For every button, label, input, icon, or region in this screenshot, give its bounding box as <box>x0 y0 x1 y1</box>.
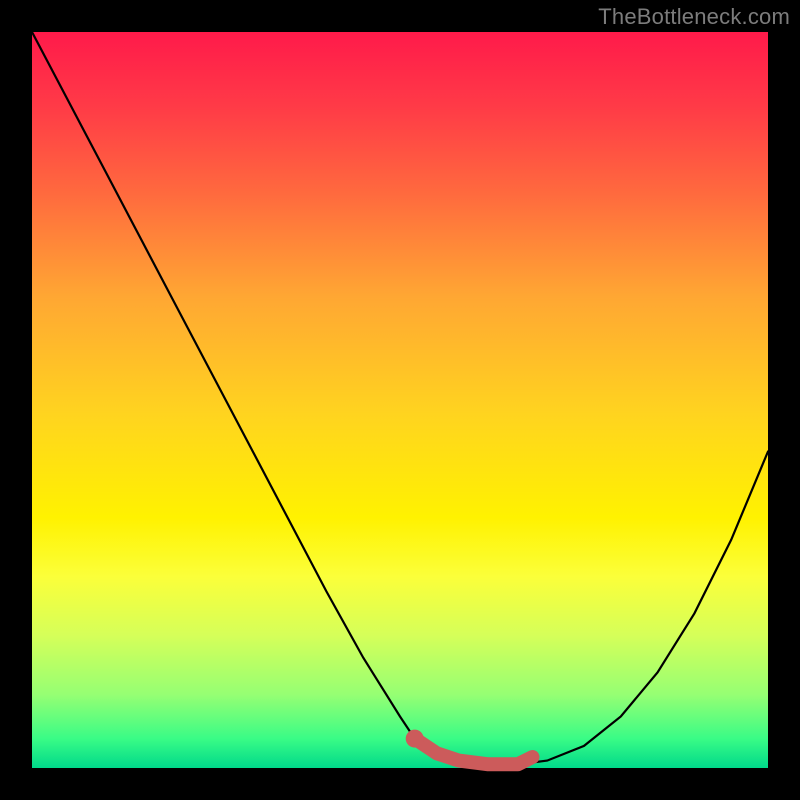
optimal-zone-highlight <box>415 739 533 765</box>
watermark-text: TheBottleneck.com <box>598 4 790 30</box>
highlight-start-dot <box>406 730 424 748</box>
bottleneck-curve <box>32 32 768 764</box>
chart-frame: TheBottleneck.com <box>0 0 800 800</box>
chart-svg <box>32 32 768 768</box>
